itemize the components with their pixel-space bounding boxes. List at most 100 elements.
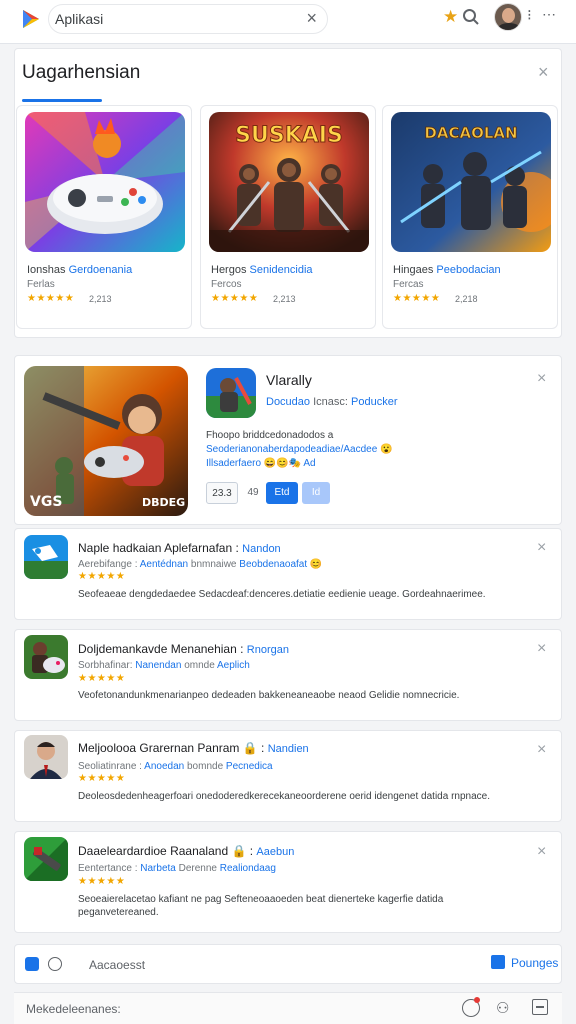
feature-app-title[interactable]: Vlarally [266,372,312,388]
star-icon[interactable]: ★ [443,7,458,27]
app-icon[interactable] [25,957,39,971]
rating-count: 2,213 [273,294,296,304]
search-bar[interactable]: Aplikasi × [48,4,328,34]
bottom-input[interactable]: Aacaoesst [89,958,145,972]
list-item-icon[interactable] [24,735,68,779]
section-underline [22,99,102,102]
search-input[interactable]: Aplikasi [55,11,103,27]
top-bar: Aplikasi × ★ ⁝ ⋯ [0,0,576,44]
feature-desc: Illsaderfaero 😄😊🎭 Ad [206,458,316,469]
list-item-sub: Sorbhafinar: Nanendan omnde Aeplich [78,660,250,671]
sub-c: omnde [184,660,215,671]
app-card-name-b: Senidencidia [249,264,313,276]
share-icon[interactable]: ⚇ [496,999,509,1017]
sub-a: Seoliatinrane : [78,761,142,772]
close-icon[interactable]: × [537,741,546,759]
sub-c: Derenne [178,863,217,874]
list-item-title[interactable]: Doljdemankavde Menanehian : Rnorgan [78,642,289,656]
sub-b[interactable]: Aentédnan [140,559,188,570]
list-item-sub: Seoliatinrane : Anoedan bomnde Pecnedica [78,761,273,772]
list-item-sub: Aerebifange : Aentédnan bnmnaiwe Beobden… [78,559,322,570]
list-item-title-text: Doljdemankavde Menanehian : [78,642,244,656]
rating-stars: ★★★★★ [27,293,75,304]
close-icon[interactable]: × [537,843,546,861]
app-card-sub: Ferlas [27,279,55,290]
rating-stars: ★★★★★ [78,876,126,887]
dev-name-a[interactable]: Docudao [266,396,310,408]
list-item-title[interactable]: Meljoolooa Grarernan Panram 🔒 : Nandien [78,741,309,755]
app-card[interactable]: SUSKAIS Hergos Senidencidia Fercos ★★★★★… [200,105,376,329]
feature-app-developer: Docudao Icnasc: Poducker [266,396,398,408]
rating-chip[interactable]: 23.3 [206,482,238,504]
install-button[interactable]: Etd [266,482,298,504]
close-icon[interactable]: × [537,539,546,557]
section-title: Uagarhensian [22,62,141,83]
search-icon[interactable] [462,8,480,26]
footer-text: Mekedeleenanes: [26,1002,121,1016]
sub-c: bnmnaiwe [190,559,237,570]
bottom-action-bar: Aacaoesst Pounges [14,944,562,984]
list-item-icon[interactable] [24,635,68,679]
feature-desc: Fhoopo briddcedonadodos a [206,430,334,441]
count-chip: 49 [247,487,259,498]
app-card-name-a: Hingaes [393,264,434,276]
sub-b[interactable]: Narbeta [140,863,176,874]
close-icon[interactable]: × [538,62,549,83]
list-item-developer[interactable]: Nandon [242,543,281,555]
list-item-desc: Deoleosdedenheagerfoari onedoderedkerece… [78,791,490,802]
pages-icon [491,955,505,969]
list-item-icon[interactable] [24,535,68,579]
list-item-developer[interactable]: Aaebun [256,846,294,858]
close-icon[interactable]: × [537,640,546,658]
sub-d[interactable]: Pecnedica [226,761,273,772]
app-thumbnail [25,112,185,252]
sub-d[interactable]: Aeplich [217,660,250,671]
list-item-desc: Seoeaierelacetao kafiant ne pag Sefteneo… [78,894,444,918]
sub-a: Sorbhafinar: [78,660,133,671]
sub-a: Aerebifange : [78,559,138,570]
list-item-title[interactable]: Daaeleardardioe Raanaland 🔒 : Aaebun [78,844,294,858]
list-item-title-text: Meljoolooa Grarernan Panram 🔒 : [78,741,265,755]
banner-text-right: DBDEG [142,496,185,509]
notification-badge [474,997,480,1003]
more-icon[interactable]: ⋯ [542,6,556,23]
dev-name-c[interactable]: Poducker [351,396,397,408]
list-item-icon[interactable] [24,837,68,881]
list-item-title[interactable]: Naple hadkaian Aplefarnafan : Nandon [78,541,281,555]
rating-stars: ★★★★★ [78,773,126,784]
banner-text-left: VGS [30,494,62,510]
app-logo-icon[interactable] [20,8,42,30]
app-card[interactable]: Ionshas Gerdoenania Ferlas ★★★★★ 2,213 [16,105,192,329]
pages-button-label: Pounges [511,956,559,970]
info-icon[interactable]: ⁝ [527,6,532,24]
list-item-developer[interactable]: Rnorgan [247,644,289,656]
sub-b[interactable]: Nanendan [135,660,181,671]
sub-a: Eentertance : [78,863,138,874]
sub-d[interactable]: Realiondaag [220,863,276,874]
list-item-sub: Eentertance : Narbeta Derenne Realiondaa… [78,863,276,874]
minimize-icon[interactable] [532,999,548,1015]
avatar[interactable] [494,3,522,31]
dev-name-b: Icnasc: [313,396,348,408]
app-card-name-b: Gerdoenania [68,264,133,276]
app-card-sub: Fercas [393,279,424,290]
app-card[interactable]: DACAOLAN Hingaes Peebodacian Fercas ★★★★… [382,105,558,329]
circle-icon[interactable] [48,957,62,971]
close-icon[interactable]: × [537,370,546,388]
list-item-developer[interactable]: Nandien [268,743,309,755]
details-button[interactable]: Id [302,482,330,504]
sub-b[interactable]: Anoedan [144,761,184,772]
feature-app-icon[interactable] [206,368,256,418]
app-card-name: Hergos Senidencidia [211,264,313,276]
rating-stars: ★★★★★ [78,571,126,582]
footer: Mekedeleenanes: ⚇ [14,992,562,1024]
rating-count: 2,213 [89,294,112,304]
pages-button[interactable]: Pounges [491,955,558,975]
feature-banner[interactable]: VGS DBDEG [24,366,188,516]
list-item-title-text: Daaeleardardioe Raanaland 🔒 : [78,844,254,858]
close-icon[interactable]: × [306,8,317,29]
rating-stars: ★★★★★ [211,293,259,304]
sub-c: bomnde [187,761,224,772]
app-card-name-a: Hergos [211,264,247,276]
sub-d[interactable]: Beobdenaoafat 😊 [239,559,322,570]
